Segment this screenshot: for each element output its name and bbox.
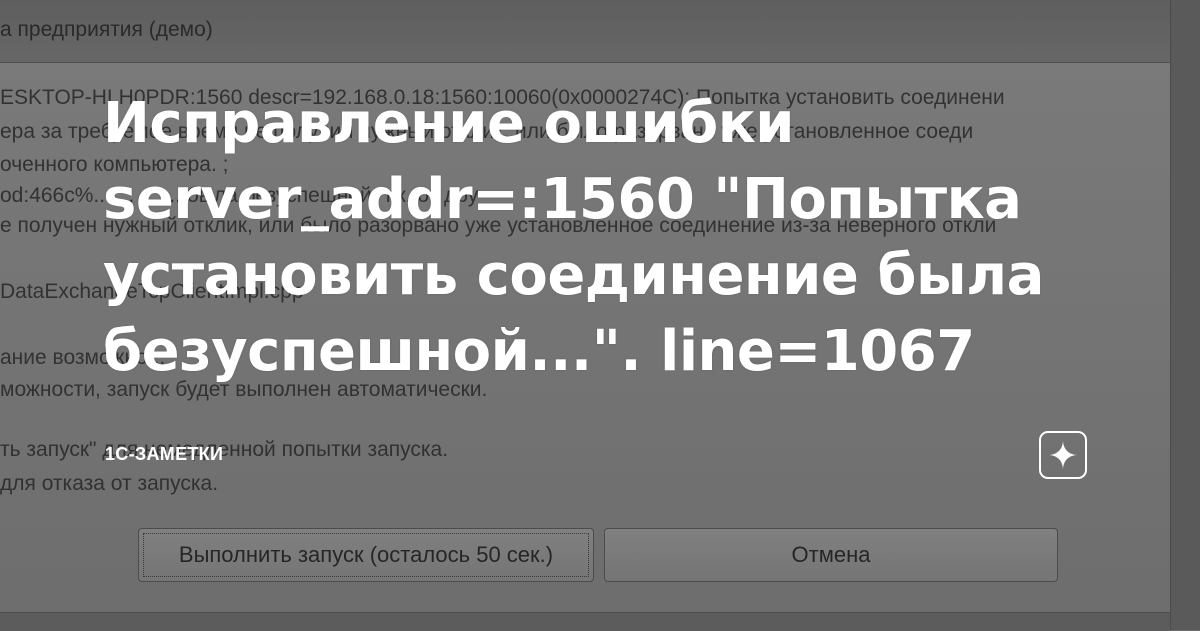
dialog-text-line: ть запуск" для немедленной попытки запус… <box>0 438 449 461</box>
zen-star-glyph <box>1049 441 1077 469</box>
cancel-button[interactable]: Отмена <box>604 528 1058 582</box>
headline-line: server_addr=:1560 "Попытка <box>103 167 1022 232</box>
dialog-right-edge <box>1170 0 1200 630</box>
headline-line: установить соединение была <box>103 243 1044 308</box>
dialog-title: а предприятия (демо) <box>0 18 213 41</box>
run-button[interactable]: Выполнить запуск (осталось 50 сек.) <box>138 528 594 582</box>
dialog-bottom-edge <box>0 612 1170 631</box>
headline-line: безуспешной...". line=1067 <box>103 319 975 384</box>
zen-star-icon[interactable] <box>1039 431 1087 479</box>
channel-name[interactable]: 1С-ЗАМЕТКИ <box>105 444 223 465</box>
dialog-titlebar: а предприятия (демо) <box>0 0 1170 63</box>
article-headline[interactable]: Исправление ошибки server_addr=:1560 "По… <box>103 86 1103 390</box>
headline-line: Исправление ошибки <box>103 91 795 156</box>
dialog-text-line: для отказа от запуска. <box>0 472 219 495</box>
